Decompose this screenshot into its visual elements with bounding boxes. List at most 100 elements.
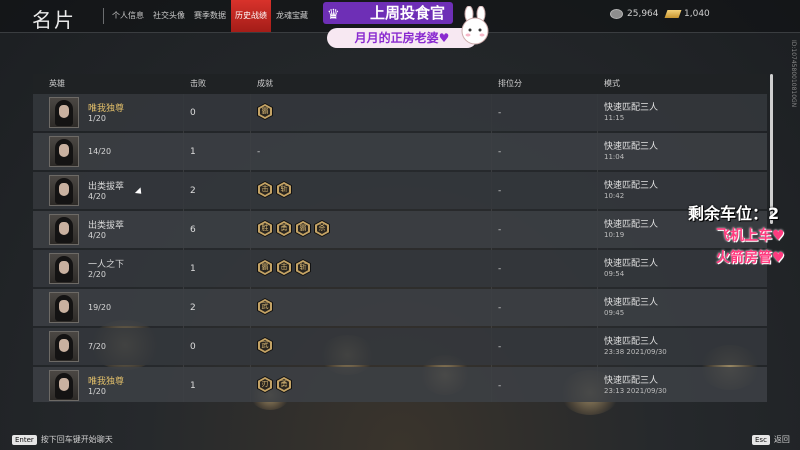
kills: 1: [190, 147, 196, 157]
stream-overlay-line2: 飞机上车♥: [716, 228, 785, 244]
back-label: 返回: [773, 435, 790, 444]
table-row[interactable]: 19/20 2 武 - 快速匹配三人 09:45: [33, 289, 767, 326]
column-header-rank-score: 排位分: [498, 79, 522, 88]
table-row[interactable]: 14/20 1 - - 快速匹配三人 11:04: [33, 133, 767, 170]
game-mode: 快速匹配三人: [604, 220, 659, 230]
achievement-badge-icon[interactable]: 胜: [257, 220, 273, 237]
rank-score: -: [498, 147, 502, 157]
kills: 2: [190, 303, 196, 313]
achievement-badge-icon[interactable]: 击: [276, 259, 292, 276]
table-row[interactable]: 唯我独尊 1/20 1 刃 勇 - 快速匹配三人 23:13 2021/09/3…: [33, 367, 767, 402]
game-mode: 快速匹配三人: [604, 337, 659, 347]
column-header-kills: 击败: [190, 79, 206, 88]
avatar: [49, 331, 79, 362]
coin-icon: [610, 9, 623, 19]
achievement-list: 霸: [257, 103, 276, 120]
game-mode: 快速匹配三人: [604, 181, 659, 191]
achievement-list: 武: [257, 337, 276, 354]
table-row[interactable]: 一人之下 2/20 1 霸 击 斩 - 快速匹配三人 09:54: [33, 250, 767, 287]
rank-score: -: [498, 108, 502, 118]
placement: 4/20: [88, 231, 106, 240]
chat-hint-label: 按下回车键开始聊天: [40, 435, 113, 444]
stream-banner: ♛ 上周投食官 月月的正房老婆♥: [323, 2, 493, 48]
tab-social-avatar[interactable]: 社交头像: [149, 0, 189, 32]
rank-score: -: [498, 186, 502, 196]
kills: 6: [190, 225, 196, 235]
esc-key-icon: Esc: [752, 434, 770, 445]
tab-season-data[interactable]: 赛季数据: [190, 0, 230, 32]
tab-personal-info[interactable]: 个人信息: [108, 0, 148, 32]
achievement-badge-icon[interactable]: 霸: [295, 220, 311, 237]
player-id: ID:1074580010810GN: [790, 40, 797, 108]
match-time: 09:54: [604, 270, 625, 278]
stream-overlay-seats: 剩余车位：2: [688, 204, 780, 223]
chat-hint[interactable]: Enter 按下回车键开始聊天: [12, 434, 113, 445]
placement: 1/20: [88, 114, 106, 123]
match-time: 23:13 2021/09/30: [604, 387, 667, 395]
achievement-badge-icon[interactable]: 武: [257, 337, 273, 354]
avatar: [49, 214, 79, 245]
rank-score: -: [498, 264, 502, 274]
rank-score: -: [498, 381, 502, 391]
achievement-list: 武: [257, 298, 276, 315]
achievement-badge-icon[interactable]: 斩: [276, 181, 292, 198]
hero-title: 唯我独尊: [88, 377, 125, 387]
achievement-badge-icon[interactable]: 杀: [314, 220, 330, 237]
achievement-badge-icon[interactable]: 刃: [257, 376, 273, 393]
achievement-badge-icon[interactable]: 霸: [257, 259, 273, 276]
column-header-achievements: 成就: [257, 79, 273, 88]
achievement-badge-icon[interactable]: 斩: [295, 259, 311, 276]
achievement-badge-icon[interactable]: 击: [257, 181, 273, 198]
placement: 1/20: [88, 387, 106, 396]
tab-bar: 个人信息 社交头像 赛季数据 历史战绩 龙魂宝藏: [108, 0, 313, 32]
placement: 7/20: [88, 342, 106, 351]
silver-currency: 25,964: [610, 9, 659, 19]
table-row[interactable]: 唯我独尊 1/20 0 霸 - 快速匹配三人 11:15: [33, 94, 767, 131]
kills: 1: [190, 264, 196, 274]
banner-title: ♛ 上周投食官: [323, 2, 453, 24]
achievement-badge-icon[interactable]: 勇: [276, 220, 292, 237]
back-button[interactable]: Esc 返回: [752, 434, 790, 445]
crown-icon: ♛: [327, 7, 340, 23]
achievement-badge-icon[interactable]: 勇: [276, 376, 292, 393]
game-mode: 快速匹配三人: [604, 376, 659, 386]
placement: 2/20: [88, 270, 106, 279]
match-time: 10:42: [604, 192, 625, 200]
game-mode: 快速匹配三人: [604, 103, 659, 113]
game-mode: 快速匹配三人: [604, 142, 659, 152]
rank-score: -: [498, 225, 502, 235]
avatar: [49, 253, 79, 284]
placement: 19/20: [88, 303, 112, 312]
achievement-badge-icon[interactable]: 霸: [257, 103, 273, 120]
match-time: 11:04: [604, 153, 625, 161]
hero-title: 出类拔萃: [88, 182, 125, 192]
avatar: [49, 292, 79, 323]
gold-amount: 1,040: [684, 9, 710, 19]
column-header-mode: 模式: [604, 79, 620, 88]
banner-subtitle: 月月的正房老婆♥: [327, 28, 477, 48]
match-time: 10:19: [604, 231, 625, 239]
achievement-list: 胜 勇 霸 杀: [257, 220, 333, 237]
kills: 1: [190, 381, 196, 391]
table-row[interactable]: 出类拔萃 4/20 6 胜 勇 霸 杀 - 快速匹配三人 10:19: [33, 211, 767, 248]
table-row[interactable]: 7/20 0 武 - 快速匹配三人 23:38 2021/09/30: [33, 328, 767, 365]
avatar: [49, 175, 79, 206]
rank-score: -: [498, 303, 502, 313]
achievement-list: 击 斩: [257, 181, 295, 198]
tab-dragon-treasure[interactable]: 龙魂宝藏: [272, 0, 312, 32]
match-time: 23:38 2021/09/30: [604, 348, 667, 356]
avatar: [49, 136, 79, 167]
kills: 0: [190, 108, 196, 118]
tab-match-history[interactable]: 历史战绩: [231, 0, 271, 32]
column-header-hero: 英雄: [49, 79, 65, 88]
achievement-badge-icon[interactable]: 武: [257, 298, 273, 315]
game-mode: 快速匹配三人: [604, 259, 659, 269]
stream-overlay-line3: 火箭房管♥: [716, 250, 785, 266]
match-time: 09:45: [604, 309, 625, 317]
page-title: 名片: [32, 8, 76, 32]
match-history-table: 英雄 击败 成就 排位分 模式 唯我独尊 1/20 0 霸 - 快速匹配三人 1…: [33, 74, 767, 402]
bunny-icon: [461, 6, 489, 45]
hero-title: 出类拔萃: [88, 221, 125, 231]
avatar: [49, 370, 79, 401]
kills: 2: [190, 186, 196, 196]
